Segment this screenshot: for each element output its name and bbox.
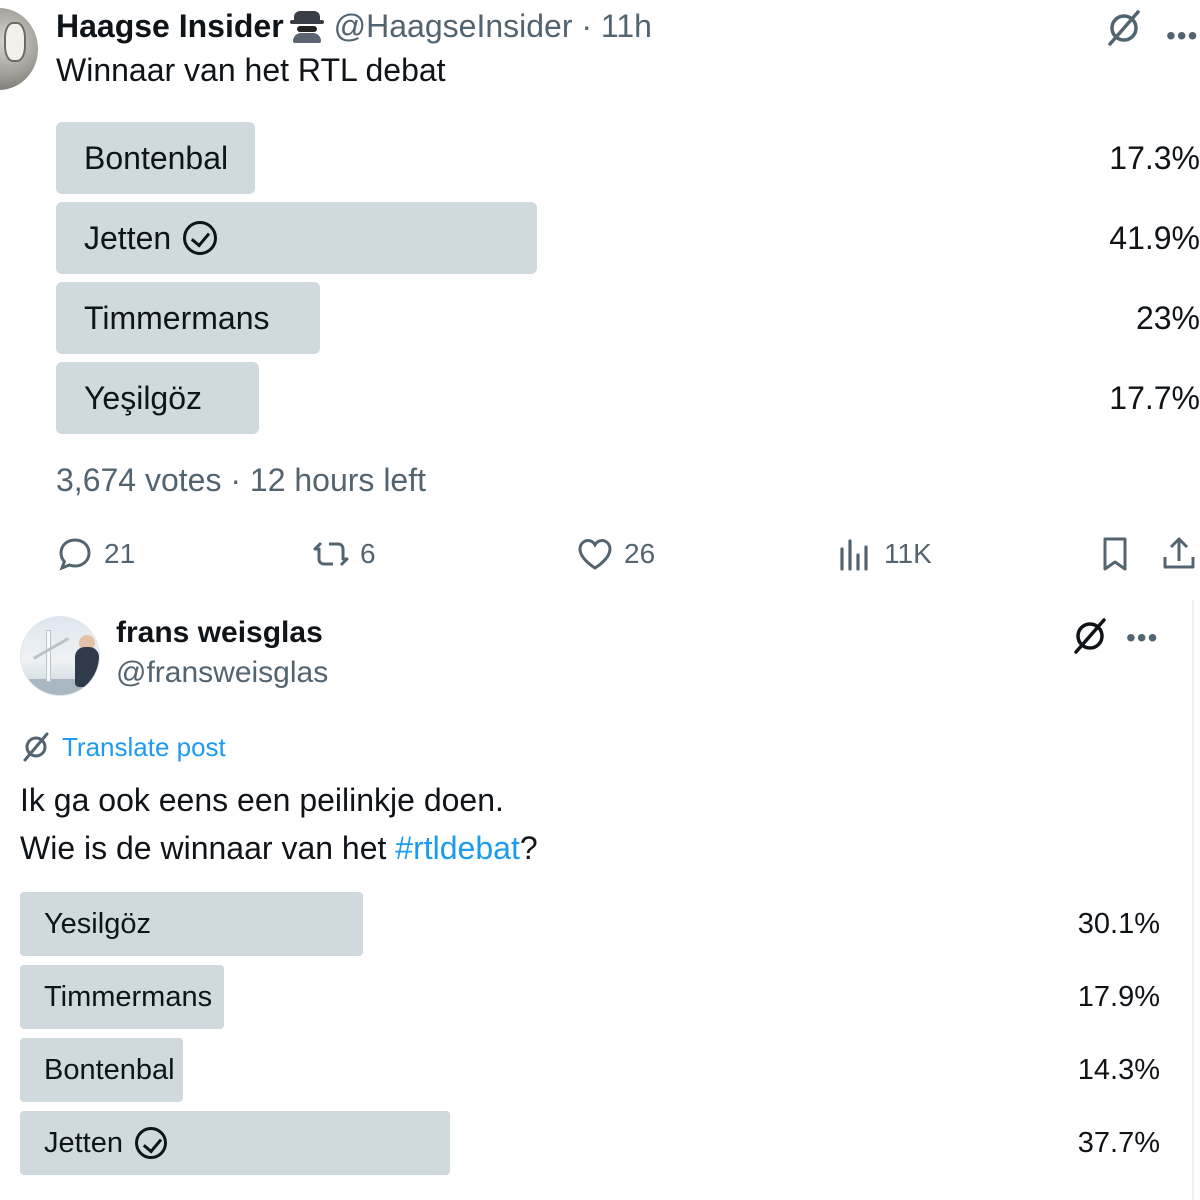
poll-option-percent: 30.1% — [1077, 907, 1160, 940]
post-header: Haagse Insider @HaagseInsider · 11h — [56, 4, 652, 48]
translate-label: Translate post — [62, 731, 226, 762]
hashtag-link[interactable]: #rtldebat — [395, 830, 520, 866]
poll-option-label: Yesilgöz — [44, 907, 151, 940]
check-circle-icon — [183, 221, 218, 255]
grok-icon[interactable] — [1104, 8, 1144, 48]
poll-option[interactable]: Bontenbal 17.3% — [56, 122, 1200, 194]
poll-option-percent: 17.9% — [1077, 980, 1160, 1013]
bookmark-button[interactable] — [1096, 530, 1144, 578]
handle-and-time[interactable]: @HaagseInsider · 11h — [334, 8, 652, 45]
poll-option[interactable]: Timmermans 23% — [56, 282, 1200, 354]
display-name[interactable]: frans weisglas — [116, 616, 323, 650]
poll-option-label: Jetten — [44, 1111, 167, 1175]
repost-button[interactable]: 6 — [312, 530, 376, 578]
bookmark-icon — [1103, 537, 1127, 571]
repost-icon — [313, 541, 349, 567]
post-text-line: Wie is de winnaar van het #rtldebat? — [20, 830, 538, 866]
poll-option-label: Bontenbal — [44, 1053, 175, 1086]
translate-post-link[interactable]: Translate post — [20, 730, 226, 764]
poll-option-percent: 37.7% — [1077, 1126, 1160, 1159]
views-button[interactable]: 11K — [836, 530, 932, 578]
like-button[interactable]: 26 — [576, 530, 655, 578]
poll-option-percent: 17.7% — [1109, 379, 1200, 416]
share-button[interactable] — [1160, 530, 1200, 578]
poll-option-percent: 17.3% — [1109, 139, 1200, 176]
display-name[interactable]: Haagse Insider — [56, 8, 284, 45]
reply-icon — [59, 538, 91, 571]
repost-count: 6 — [360, 538, 376, 569]
reply-button[interactable]: 21 — [56, 530, 135, 578]
heart-icon — [578, 538, 612, 570]
poll-option-label: Bontenbal — [84, 139, 229, 176]
poll-option-label: Jetten — [84, 202, 218, 274]
check-circle-icon — [135, 1127, 167, 1159]
poll-option[interactable]: Yeşilgöz 17.7% — [56, 362, 1200, 434]
spy-icon — [289, 9, 324, 43]
more-options-icon[interactable]: ••• — [1166, 20, 1198, 52]
post-haagse-insider[interactable]: Haagse Insider @HaagseInsider · 11h ••• … — [0, 0, 1200, 600]
poll-option-percent: 14.3% — [1077, 1053, 1160, 1086]
poll-option-percent: 41.9% — [1109, 219, 1200, 256]
avatar[interactable] — [0, 8, 38, 90]
post-frans-weisglas[interactable]: frans weisglas @fransweisglas ••• Transl… — [0, 600, 1200, 1200]
more-options-icon[interactable]: ••• — [1126, 622, 1158, 654]
poll-meta: 3,674 votes · 12 hours left — [56, 462, 426, 498]
like-count: 26 — [624, 538, 656, 569]
post-text: Winnaar van het RTL debat — [56, 52, 446, 88]
poll-option-label: Timmermans — [44, 980, 213, 1013]
poll-option-percent: 23% — [1135, 299, 1200, 336]
handle[interactable]: @fransweisglas — [116, 656, 328, 690]
poll-option[interactable]: Bontenbal 14.3% — [20, 1038, 1160, 1102]
views-count: 11K — [884, 538, 932, 569]
divider — [1192, 600, 1194, 1200]
reply-count: 21 — [104, 538, 136, 569]
grok-icon — [23, 732, 49, 762]
action-bar: 21 6 26 11K — [56, 530, 1200, 578]
avatar[interactable] — [20, 616, 100, 696]
share-icon — [1163, 537, 1195, 569]
poll-option[interactable]: Jetten 37.7% — [20, 1111, 1160, 1175]
views-icon — [840, 539, 868, 571]
poll-option-label: Timmermans — [84, 299, 270, 336]
poll-option[interactable]: Timmermans 17.9% — [20, 965, 1160, 1029]
poll-option-label: Yeşilgöz — [84, 379, 203, 416]
grok-icon[interactable] — [1070, 616, 1110, 656]
poll: Yesilgöz 30.1% Timmermans 17.9% Bontenba… — [20, 892, 1160, 1184]
post-text: Ik ga ook eens een peilinkje doen. Wie i… — [20, 776, 538, 872]
post-text-line: Ik ga ook eens een peilinkje doen. — [20, 782, 504, 818]
poll-option[interactable]: Yesilgöz 30.1% — [20, 892, 1160, 956]
poll-option[interactable]: Jetten 41.9% — [56, 202, 1200, 274]
poll: Bontenbal 17.3% Jetten 41.9% Timmermans … — [56, 122, 1200, 442]
